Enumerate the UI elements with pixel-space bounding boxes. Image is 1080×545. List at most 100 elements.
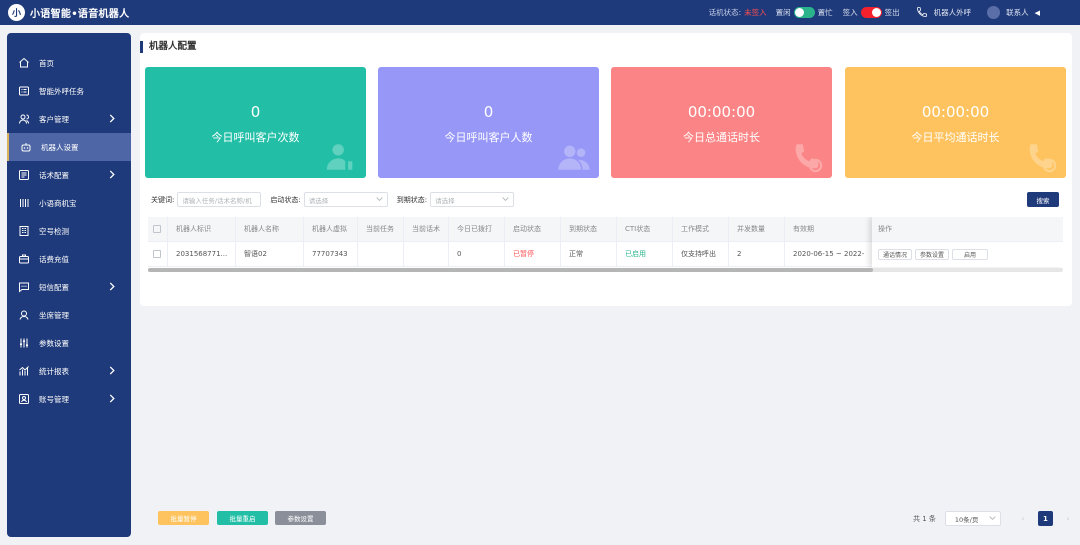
sidebar-item-outbound-tasks[interactable]: 智能外呼任务 [7, 77, 131, 105]
total-count: 共 1 条 [913, 514, 936, 523]
column-header: 启动状态 [505, 217, 561, 242]
search-button[interactable]: 搜索 [1027, 192, 1059, 207]
sidebar-item-label: 参数设置 [39, 338, 69, 348]
pagination: 共 1 条 10条/页 ‹ 1 › [913, 511, 1072, 526]
sliders-icon [17, 336, 31, 350]
start-status-label: 启动状态: [270, 195, 301, 204]
stat-card-average-duration: 00:00:00 今日平均通话时长 [845, 67, 1066, 178]
param-settings-button[interactable]: 参数设置 [275, 511, 326, 525]
chevron-down-icon [376, 196, 383, 204]
stat-card-total-duration: 00:00:00 今日总通话时长 [611, 67, 832, 178]
avatar[interactable] [987, 6, 1001, 19]
prev-page-button[interactable]: ‹ [1019, 515, 1027, 523]
sidebar-item-business-treasure[interactable]: 小语商机宝 [7, 189, 131, 217]
expire-status-select[interactable]: 请选择 [430, 192, 515, 207]
chevron-right-icon [107, 113, 117, 123]
sidebar-item-customers[interactable]: 客户管理 [7, 105, 131, 133]
sidebar-item-label: 智能外呼任务 [39, 86, 84, 96]
collapse-left-icon[interactable]: ◀ [1035, 9, 1040, 17]
keyword-input[interactable]: 请输入任务/话术名称/机 [177, 192, 262, 207]
sidebar-item-label: 空号检测 [39, 226, 69, 236]
row-checkbox[interactable] [148, 241, 168, 267]
signin-label: 签入 [842, 8, 858, 17]
sidebar-item-robot-settings[interactable]: 机器人设置 [7, 133, 131, 161]
scrollbar-thumb[interactable] [148, 268, 873, 272]
page-title: 机器人配置 [140, 41, 197, 53]
column-header: 并发数量 [729, 217, 785, 242]
sidebar-item-label: 首页 [39, 58, 54, 68]
filter-bar: 关键词: 请输入任务/话术名称/机 启动状态: 请选择 到期状态: 请选择 [151, 192, 515, 207]
batch-restart-button[interactable]: 批量重启 [217, 511, 268, 525]
chart-icon [17, 364, 31, 378]
page-size-select[interactable]: 10条/页 [944, 511, 1001, 526]
robot-id-cell: 2031568771... [168, 241, 236, 267]
top-bar: 小 小语智能•语音机器人 话机状态: 未签入 置闲 置忙 签入 签出 机器人外呼… [0, 0, 1080, 25]
sidebar: 首页 智能外呼任务 客户管理 机器人设置 话术配置 小语商机宝 空号检测 话费充… [7, 33, 131, 537]
signin-toggle[interactable] [860, 7, 882, 18]
main-panel: 机器人配置 0 今日呼叫客户次数 0 今日呼叫客户人数 00:00:00 今日总… [140, 33, 1072, 306]
keyword-label: 关键词: [151, 195, 175, 204]
users-icon [17, 112, 31, 126]
signout-label: 签出 [884, 8, 900, 17]
work-mode-cell: 仅支持呼出 [673, 241, 729, 267]
chevron-right-icon [107, 169, 117, 179]
building-icon [17, 224, 31, 238]
column-header: 当前话术 [404, 217, 449, 242]
robot-call-link[interactable]: 机器人外呼 [934, 7, 972, 18]
idle-busy-toggle[interactable] [793, 7, 815, 18]
logo-icon: 小 [8, 4, 25, 21]
chevron-down-icon [989, 515, 996, 523]
start-status-select[interactable]: 请选择 [303, 192, 388, 207]
enable-button[interactable]: 启用 [952, 249, 989, 260]
contact-link[interactable]: 联系人 [1006, 7, 1029, 18]
sidebar-item-statistics[interactable]: 统计报表 [7, 357, 131, 385]
next-page-button[interactable]: › [1064, 515, 1072, 523]
chevron-right-icon [107, 365, 117, 375]
column-header: 工作模式 [673, 217, 729, 242]
sidebar-item-label: 账号管理 [39, 394, 69, 404]
batch-pause-button[interactable]: 批量暂停 [158, 511, 209, 525]
column-header: 机器人名称 [236, 217, 304, 242]
column-header: 今日已拨打 [449, 217, 505, 242]
sidebar-item-script-config[interactable]: 话术配置 [7, 161, 131, 189]
sidebar-item-seat-management[interactable]: 坐席管理 [7, 301, 131, 329]
current-page-button[interactable]: 1 [1037, 511, 1053, 526]
concurrency-cell: 2 [729, 241, 785, 267]
sidebar-item-empty-number-check[interactable]: 空号检测 [7, 217, 131, 245]
phone-clock-icon [1029, 144, 1057, 173]
sidebar-item-home[interactable]: 首页 [7, 49, 131, 77]
sidebar-item-label: 统计报表 [39, 366, 69, 376]
stat-card-call-count: 0 今日呼叫客户次数 [145, 67, 366, 178]
sidebar-item-account-management[interactable]: 账号管理 [7, 385, 131, 413]
idle-label: 置闲 [775, 8, 791, 17]
column-header: 机器人标识 [168, 217, 236, 242]
sidebar-item-label: 话费充值 [39, 254, 69, 264]
stat-value: 00:00:00 [687, 103, 756, 121]
column-header: 机器人虚拟 [304, 217, 358, 242]
robot-table: 机器人标识 机器人名称 机器人虚拟 当前任务 当前话术 今日已拨打 启动状态 到… [148, 217, 1063, 273]
sidebar-item-parameter-settings[interactable]: 参数设置 [7, 329, 131, 357]
message-icon [17, 280, 31, 294]
row-param-settings-button[interactable]: 参数设置 [915, 249, 950, 260]
call-status-button[interactable]: 通话情况 [878, 249, 913, 260]
top-status-area: 话机状态: 未签入 置闲 置忙 签入 签出 机器人外呼 联系人 ◀ [709, 0, 1040, 25]
sidebar-item-label: 短信配置 [39, 282, 69, 292]
column-header: 当前任务 [358, 217, 404, 242]
sidebar-item-label: 客户管理 [39, 114, 69, 124]
table-horizontal-scrollbar[interactable] [148, 268, 1063, 272]
sidebar-item-label: 小语商机宝 [39, 198, 77, 208]
dialed-today-cell: 0 [449, 241, 505, 267]
sidebar-item-recharge[interactable]: 话费充值 [7, 245, 131, 273]
start-status-cell: 已暂停 [505, 241, 561, 267]
stat-card-customer-count: 0 今日呼叫客户人数 [378, 67, 599, 178]
phone-status-label: 话机状态: [708, 8, 742, 17]
select-all-checkbox[interactable] [148, 217, 168, 242]
users-icon [558, 145, 590, 170]
stat-value: 00:00:00 [921, 103, 990, 121]
phone-icon[interactable] [916, 6, 928, 20]
user-phone-icon [326, 144, 353, 170]
chevron-right-icon [107, 393, 117, 403]
chevron-right-icon [107, 281, 117, 291]
phone-clock-icon [795, 144, 823, 173]
sidebar-item-sms-config[interactable]: 短信配置 [7, 273, 131, 301]
